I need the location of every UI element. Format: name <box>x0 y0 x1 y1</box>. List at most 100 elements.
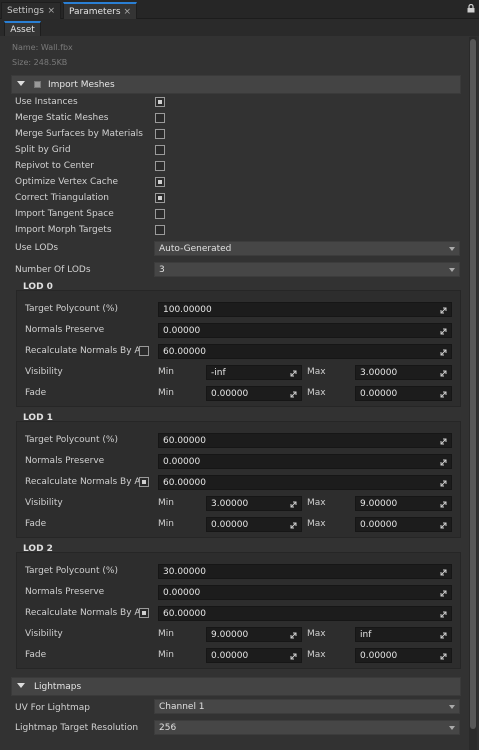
drag-handle-icon[interactable] <box>440 611 447 618</box>
import-meshes-title: Import Meshes <box>48 80 115 90</box>
use-lods-select[interactable]: Auto-Generated <box>154 241 460 256</box>
drag-handle-icon[interactable] <box>440 459 447 466</box>
import-meshes-header[interactable]: Import Meshes <box>11 75 461 94</box>
drag-handle-icon[interactable] <box>290 632 297 639</box>
import-option-checkbox[interactable] <box>155 97 165 107</box>
drag-handle-icon[interactable] <box>290 653 297 660</box>
drag-handle-icon[interactable] <box>290 370 297 377</box>
collapse-arrow-icon[interactable] <box>17 683 25 688</box>
recalculate-normals-field[interactable]: 60.00000 <box>158 475 452 490</box>
import-option-checkbox[interactable] <box>155 193 165 203</box>
scrollbar[interactable] <box>469 37 477 750</box>
drag-handle-icon[interactable] <box>440 522 447 529</box>
fade-label: Fade <box>25 650 47 660</box>
drag-handle-icon[interactable] <box>290 522 297 529</box>
import-option-checkbox[interactable] <box>155 161 165 171</box>
import-option-checkbox[interactable] <box>155 209 165 219</box>
import-option-checkbox[interactable] <box>155 145 165 155</box>
uv-for-lightmap-label: UV For Lightmap <box>15 703 90 713</box>
recalculate-normals-field-value: 60.00000 <box>163 478 206 488</box>
drag-handle-icon[interactable] <box>440 501 447 508</box>
close-icon[interactable]: × <box>47 3 55 19</box>
drag-handle-icon[interactable] <box>440 569 447 576</box>
collapse-arrow-icon[interactable] <box>17 81 25 86</box>
normals-preserve-field[interactable]: 0.00000 <box>158 454 452 469</box>
visibility-min-field-value: 9.00000 <box>211 630 249 640</box>
visibility-max-field-value: 3.00000 <box>360 368 398 378</box>
tab-asset[interactable]: Asset <box>4 21 41 36</box>
lightmap-resolution-label: Lightmap Target Resolution <box>15 723 139 733</box>
import-option-label: Correct Triangulation <box>15 193 109 203</box>
fade-max-field[interactable]: 0.00000 <box>355 386 452 401</box>
target-polycount-label: Target Polycount (%) <box>25 304 118 314</box>
target-polycount-field[interactable]: 100.00000 <box>158 302 452 317</box>
fade-max-field[interactable]: 0.00000 <box>355 648 452 663</box>
drag-handle-icon[interactable] <box>440 590 447 597</box>
visibility-max-label: Max <box>307 367 326 377</box>
recalculate-normals-field[interactable]: 60.00000 <box>158 344 452 359</box>
drag-handle-icon[interactable] <box>290 391 297 398</box>
tab-parameters[interactable]: Parameters × <box>63 2 137 19</box>
drag-handle-icon[interactable] <box>440 370 447 377</box>
visibility-min-field[interactable]: 3.00000 <box>206 496 302 511</box>
drag-handle-icon[interactable] <box>440 349 447 356</box>
drag-handle-icon[interactable] <box>440 438 447 445</box>
import-option-checkbox[interactable] <box>155 113 165 123</box>
normals-preserve-field[interactable]: 0.00000 <box>158 585 452 600</box>
lightmaps-title: Lightmaps <box>34 682 82 692</box>
fade-min-field[interactable]: 0.00000 <box>206 386 302 401</box>
uv-for-lightmap-value: Channel 1 <box>159 702 205 712</box>
use-lods-value: Auto-Generated <box>159 244 232 254</box>
visibility-max-field[interactable]: 3.00000 <box>355 365 452 380</box>
uv-for-lightmap-select[interactable]: Channel 1 <box>154 699 460 714</box>
import-option-checkbox[interactable] <box>155 129 165 139</box>
import-option-checkbox[interactable] <box>155 177 165 187</box>
drag-handle-icon[interactable] <box>440 632 447 639</box>
target-polycount-field-value: 100.00000 <box>163 305 212 315</box>
recalculate-normals-field-value: 60.00000 <box>163 347 206 357</box>
number-of-lods-select[interactable]: 3 <box>154 262 460 277</box>
drag-handle-icon[interactable] <box>440 391 447 398</box>
visibility-min-field[interactable]: -inf <box>206 365 302 380</box>
fade-max-label: Max <box>307 388 326 398</box>
recalculate-normals-checkbox[interactable] <box>139 477 149 487</box>
fade-min-field[interactable]: 0.00000 <box>206 517 302 532</box>
drag-handle-icon[interactable] <box>440 480 447 487</box>
scrollbar-thumb[interactable] <box>470 39 476 729</box>
dropdown-arrow-icon <box>449 726 455 730</box>
visibility-max-field[interactable]: inf <box>355 627 452 642</box>
tab-bar: Settings × Parameters × <box>0 0 479 19</box>
drag-handle-icon[interactable] <box>440 653 447 660</box>
drag-handle-icon[interactable] <box>440 307 447 314</box>
import-option-checkbox[interactable] <box>155 225 165 235</box>
lightmap-resolution-select[interactable]: 256 <box>154 720 460 735</box>
recalculate-normals-checkbox[interactable] <box>139 346 149 356</box>
normals-preserve-field[interactable]: 0.00000 <box>158 323 452 338</box>
recalculate-normals-field[interactable]: 60.00000 <box>158 606 452 621</box>
fade-max-label: Max <box>307 519 326 529</box>
target-polycount-field[interactable]: 60.00000 <box>158 433 452 448</box>
normals-preserve-field-value: 0.00000 <box>163 326 201 336</box>
fade-max-field-value: 0.00000 <box>360 520 398 530</box>
recalculate-normals-label: Recalculate Normals By A... <box>25 477 150 487</box>
lightmaps-header[interactable]: Lightmaps <box>11 677 461 696</box>
import-option-label: Merge Surfaces by Materials <box>15 129 143 139</box>
fade-min-field[interactable]: 0.00000 <box>206 648 302 663</box>
drag-handle-icon[interactable] <box>290 501 297 508</box>
fade-min-label: Min <box>158 388 174 398</box>
recalculate-normals-label: Recalculate Normals By A... <box>25 608 150 618</box>
tab-settings[interactable]: Settings × <box>1 2 61 19</box>
visibility-min-field[interactable]: 9.00000 <box>206 627 302 642</box>
visibility-max-field[interactable]: 9.00000 <box>355 496 452 511</box>
fade-max-field[interactable]: 0.00000 <box>355 517 452 532</box>
fade-min-field-value: 0.00000 <box>211 389 249 399</box>
lock-icon[interactable] <box>467 4 475 13</box>
target-polycount-field-value: 60.00000 <box>163 436 206 446</box>
close-icon[interactable]: × <box>123 4 131 20</box>
target-polycount-field[interactable]: 30.00000 <box>158 564 452 579</box>
import-option-label: Merge Static Meshes <box>15 113 109 123</box>
drag-handle-icon[interactable] <box>440 328 447 335</box>
recalculate-normals-checkbox[interactable] <box>139 608 149 618</box>
section-toggle-checkbox[interactable] <box>34 81 41 88</box>
fade-min-label: Min <box>158 519 174 529</box>
